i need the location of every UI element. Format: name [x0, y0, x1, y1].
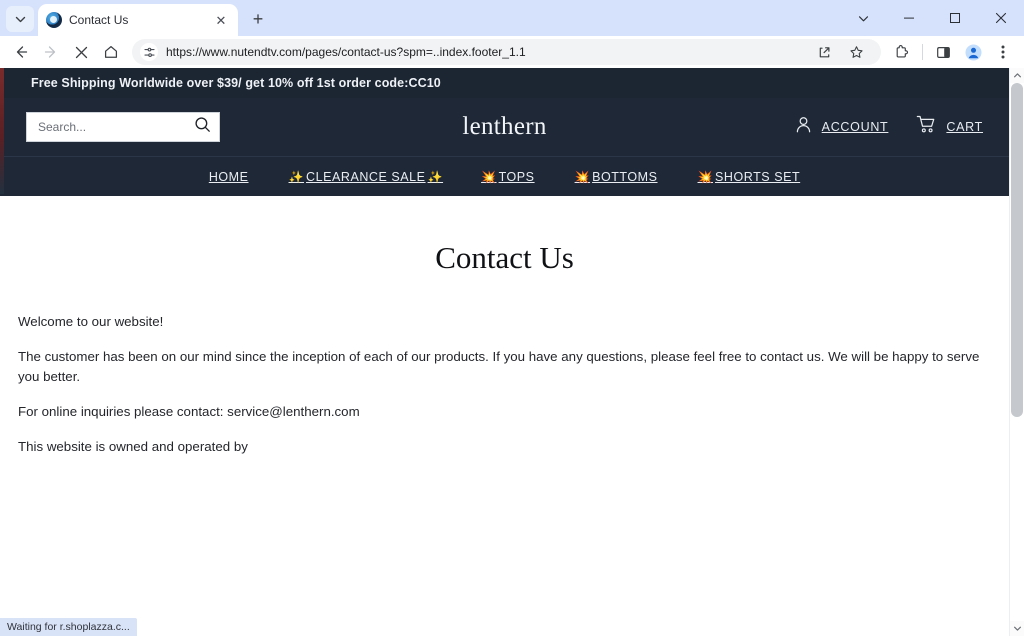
scrollbar-up-arrow[interactable]: [1009, 68, 1024, 83]
chevron-down-icon: [15, 16, 25, 22]
page-body: Welcome to our website! The customer has…: [18, 276, 991, 456]
page-viewport: Free Shipping Worldwide over $39/ get 10…: [0, 68, 1024, 636]
nav-item-label: TOPS: [498, 169, 535, 184]
web-page: Free Shipping Worldwide over $39/ get 10…: [0, 68, 1009, 636]
nav-emoji-before: ✨: [288, 169, 305, 184]
sliders-icon: [143, 47, 155, 57]
home-icon: [104, 45, 118, 58]
close-icon: [75, 46, 87, 58]
profile-avatar-icon[interactable]: [958, 38, 988, 66]
maximize-icon: [950, 13, 960, 23]
paragraph-ownership: This website is owned and operated by: [18, 439, 248, 455]
home-button[interactable]: [96, 38, 126, 66]
tab-title: Contact Us: [69, 13, 129, 27]
stop-loading-button[interactable]: [66, 38, 96, 66]
site-header: lenthern ACCOUNT: [0, 98, 1009, 156]
close-icon: [995, 12, 1007, 24]
nav-item-clearance-sale[interactable]: ✨ CLEARANCE SALE ✨: [289, 170, 444, 184]
nav-item-shorts-set[interactable]: 💥 SHORTS SET: [698, 170, 803, 184]
back-button[interactable]: [6, 38, 36, 66]
share-icon[interactable]: [809, 38, 839, 66]
nav-item-home[interactable]: HOME: [207, 170, 251, 184]
scrollbar-thumb[interactable]: [1010, 83, 1023, 417]
page-title: Contact Us: [435, 240, 574, 275]
window-minimize-button[interactable]: [886, 1, 932, 35]
status-bar: Waiting for r.shoplazza.c...: [0, 618, 137, 636]
user-icon: [794, 115, 813, 139]
side-panel-icon[interactable]: [928, 38, 958, 66]
account-link[interactable]: ACCOUNT: [794, 115, 889, 139]
account-label: ACCOUNT: [821, 120, 889, 134]
window-controls: [840, 0, 1024, 36]
nav-item-label: BOTTOMS: [592, 169, 658, 184]
address-bar[interactable]: https://www.nutendtv.com/pages/contact-u…: [132, 39, 881, 65]
minimize-icon: [904, 17, 914, 19]
page-settings-icon[interactable]: [140, 43, 158, 61]
nav-item-tops[interactable]: 💥 TOPS: [481, 170, 537, 184]
search-input[interactable]: [38, 120, 188, 134]
address-bar-url: https://www.nutendtv.com/pages/contact-u…: [166, 45, 526, 59]
scrollbar-down-arrow[interactable]: [1009, 621, 1024, 636]
announcement-text: Free Shipping Worldwide over $39/ get 10…: [31, 76, 441, 90]
browser-tab[interactable]: Contact Us ✕: [38, 4, 238, 36]
browser-window: Contact Us ✕ + https://www.nutendtv.com/…: [0, 0, 1024, 636]
page-left-edge-strip: [0, 68, 4, 194]
forward-button[interactable]: [36, 38, 66, 66]
search-form[interactable]: [26, 112, 220, 142]
page-scrollbar[interactable]: [1009, 68, 1024, 636]
chevron-down-icon: [1013, 626, 1021, 631]
tab-search-button[interactable]: [6, 6, 34, 32]
nav-emoji-before: 💥: [574, 169, 591, 184]
window-close-button[interactable]: [978, 1, 1024, 35]
paragraph-welcome: Welcome to our website!: [18, 314, 164, 329]
cart-label: CART: [946, 120, 983, 134]
toolbar-divider: [922, 44, 923, 60]
site-favicon: [46, 12, 62, 28]
chevron-up-icon: [1013, 73, 1021, 78]
omnibox-actions: [809, 38, 871, 66]
nav-emoji-after: ✨: [427, 169, 444, 184]
paragraph-customer: The customer has been on our mind since …: [18, 349, 980, 384]
cart-icon: [916, 115, 937, 139]
window-maximize-button[interactable]: [932, 1, 978, 35]
nav-item-bottoms[interactable]: 💥 BOTTOMS: [575, 170, 660, 184]
paragraph-contact-email: For online inquiries please contact: ser…: [18, 403, 360, 419]
arrow-right-icon: [44, 46, 56, 58]
chevron-down-icon: [858, 15, 868, 21]
nav-emoji-before: 💥: [481, 169, 497, 184]
cart-link[interactable]: CART: [916, 115, 983, 139]
search-icon[interactable]: [194, 116, 211, 138]
browser-toolbar: https://www.nutendtv.com/pages/contact-u…: [0, 36, 1024, 68]
main-content: Contact Us Welcome to our website! The c…: [0, 196, 1009, 457]
header-actions: ACCOUNT CART: [794, 115, 983, 139]
nav-item-label: HOME: [208, 169, 249, 184]
window-restore-down-button[interactable]: [840, 1, 886, 35]
three-dot-menu-icon[interactable]: [988, 38, 1018, 66]
tab-strip: Contact Us ✕ +: [0, 0, 1024, 36]
tab-close-button[interactable]: ✕: [212, 11, 230, 29]
nav-emoji-before: 💥: [697, 169, 714, 184]
nav-item-label: SHORTS SET: [715, 169, 801, 184]
star-icon[interactable]: [841, 38, 871, 66]
scrollbar-track[interactable]: [1009, 83, 1024, 621]
new-tab-button[interactable]: +: [244, 5, 272, 33]
extensions-icon[interactable]: [887, 38, 917, 66]
announcement-bar: Free Shipping Worldwide over $39/ get 10…: [0, 68, 1009, 98]
nav-item-label: CLEARANCE SALE: [306, 169, 426, 184]
arrow-left-icon: [16, 46, 28, 58]
site-navigation: HOME ✨ CLEARANCE SALE ✨ 💥 TOPS 💥 BOTTOMS: [0, 156, 1009, 196]
